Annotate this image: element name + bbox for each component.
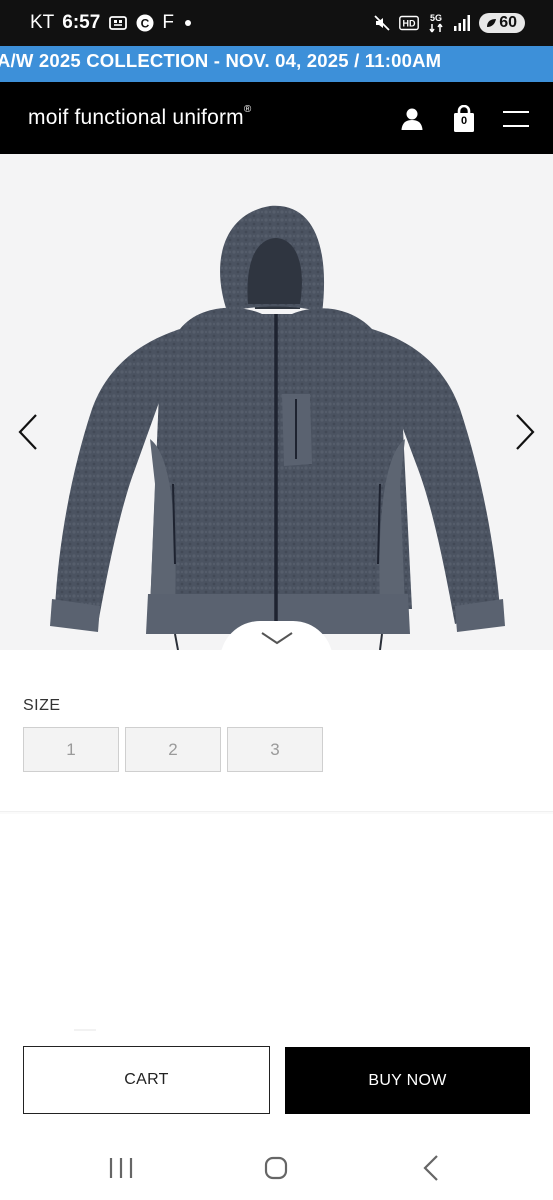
user-icon[interactable] xyxy=(397,104,427,134)
hd-text: HD xyxy=(403,19,416,29)
registered-mark: ® xyxy=(243,104,252,115)
status-right: HD 5G 60 xyxy=(373,12,525,34)
prev-image-button[interactable] xyxy=(10,410,46,454)
system-nav-bar xyxy=(0,1136,553,1200)
hd-icon: HD xyxy=(399,15,420,31)
purchase-actions: CART BUY NOW xyxy=(23,1046,530,1114)
svg-text:C: C xyxy=(141,17,150,31)
c-badge-icon: C xyxy=(136,14,154,32)
product-image xyxy=(50,205,505,650)
size-option-1[interactable]: 1 xyxy=(23,727,119,772)
carrier-label: KT xyxy=(30,12,55,33)
status-left: KT 6:57 C F xyxy=(30,12,194,34)
dot-icon xyxy=(182,17,194,29)
network-5g-icon: 5G xyxy=(427,12,445,34)
clock: 6:57 xyxy=(62,12,101,33)
home-icon[interactable] xyxy=(256,1152,296,1184)
product-options: SIZE 1 2 3 xyxy=(0,650,553,812)
size-option-2[interactable]: 2 xyxy=(125,727,221,772)
faint-mark xyxy=(74,1029,96,1031)
chevron-left-icon xyxy=(18,414,37,450)
cart-count: 0 xyxy=(460,115,468,127)
buy-now-button[interactable]: BUY NOW xyxy=(285,1047,530,1114)
product-gallery[interactable] xyxy=(0,154,553,650)
size-label: SIZE xyxy=(23,697,61,714)
f-letter: F xyxy=(162,12,174,33)
svg-text:5G: 5G xyxy=(430,13,442,23)
screen-capture-icon xyxy=(108,14,128,32)
chevron-down-icon xyxy=(260,632,293,645)
battery-icon: 60 xyxy=(479,13,525,33)
section-divider xyxy=(0,812,553,814)
back-icon[interactable] xyxy=(411,1152,451,1184)
hamburger-menu-icon[interactable] xyxy=(501,104,531,134)
mute-icon xyxy=(373,14,391,32)
announcement-text: A/W 2025 COLLECTION - NOV. 04, 2025 / 11… xyxy=(0,50,442,71)
announcement-banner[interactable]: A/W 2025 COLLECTION - NOV. 04, 2025 / 11… xyxy=(0,46,553,82)
status-bar: KT 6:57 C F HD 5G 60 xyxy=(0,0,553,46)
battery-level: 60 xyxy=(499,14,517,31)
next-image-button[interactable] xyxy=(507,410,543,454)
shopping-bag-icon[interactable]: 0 xyxy=(449,104,479,134)
cart-button[interactable]: CART xyxy=(23,1046,270,1114)
recent-apps-icon[interactable] xyxy=(101,1152,141,1184)
size-option-3[interactable]: 3 xyxy=(227,727,323,772)
site-header: moif functional uniform® 0 xyxy=(0,82,553,154)
signal-icon xyxy=(453,14,471,32)
chevron-right-icon xyxy=(516,414,535,450)
header-icons: 0 xyxy=(397,104,531,134)
brand-logo[interactable]: moif functional uniform® xyxy=(28,104,252,130)
size-selector: 1 2 3 xyxy=(23,727,323,772)
brand-name: moif functional uniform xyxy=(28,106,244,129)
